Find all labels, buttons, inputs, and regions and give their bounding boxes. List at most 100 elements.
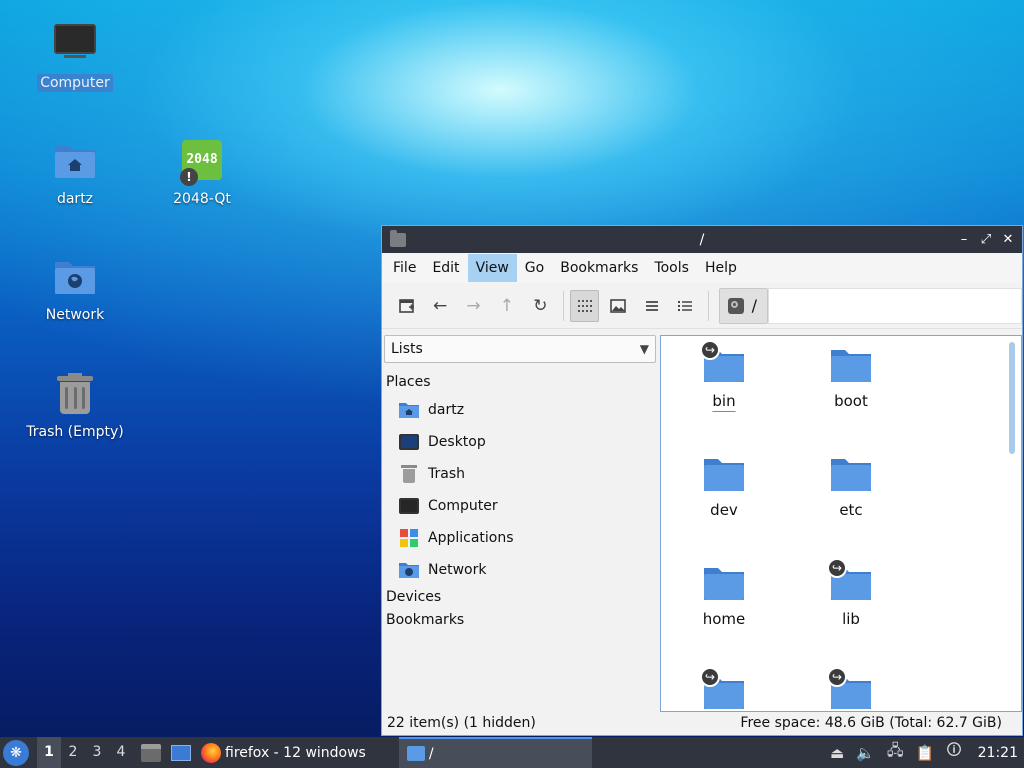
symlink-icon: ↪ [827,558,847,578]
workspace-1[interactable]: 1 [37,737,61,768]
close-button[interactable]: ✕ [1000,232,1016,248]
file-item[interactable]: etc [796,453,906,519]
window-titlebar[interactable]: / – ⤢ ✕ [382,226,1022,253]
workspace-4[interactable]: 4 [109,737,133,768]
folder-icon: ↪ [700,340,746,384]
workspace-2[interactable]: 2 [61,737,85,768]
sidebar-item-label: dartz [428,402,465,418]
menu-help[interactable]: Help [697,254,745,282]
path-button-root[interactable]: / [718,287,769,324]
minimize-button[interactable]: – [956,232,972,248]
firefox-icon [201,742,221,763]
show-desktop-button[interactable] [171,744,191,761]
file-name: boot [834,392,868,410]
desktop-icon-home-folder[interactable]: dartz [20,140,130,208]
desktop-icon-trash[interactable]: Trash (Empty) [20,373,130,441]
sidebar-item-trash[interactable]: Trash [384,458,658,490]
file-item[interactable]: dev [669,453,779,519]
file-name: home [702,610,746,628]
menu-bookmarks[interactable]: Bookmarks [552,254,646,282]
arrow-left-icon: ← [432,295,448,316]
file-manager-launcher[interactable] [141,743,161,762]
folder-icon [406,746,425,761]
up-button[interactable]: ↑ [492,290,521,322]
computer-icon [398,496,420,516]
window-title: / [699,231,705,248]
notification-icon[interactable]: 🛈 [946,740,961,765]
side-pane-mode-select[interactable]: Lists ▼ [384,335,656,363]
new-tab-button[interactable] [392,290,421,322]
list-icon [645,300,658,311]
file-item[interactable]: ↪ lib [796,558,906,628]
item-count: 22 item(s) (1 hidden) [387,715,536,731]
desktop-icon-network[interactable]: Network [20,256,130,324]
symlink-icon: ↪ [827,667,847,687]
maximize-button[interactable]: ⤢ [978,232,994,248]
sidebar-item-desktop[interactable]: Desktop [384,426,658,458]
menu-bar: File Edit View Go Bookmarks Tools Help [382,253,1022,283]
menu-view[interactable]: View [467,254,517,282]
detail-view-button[interactable] [670,290,699,322]
eject-icon[interactable]: ⏏ [830,744,844,762]
clipboard-icon[interactable]: 📋 [916,744,935,762]
status-bar: 22 item(s) (1 hidden) Free space: 48.6 G… [382,711,1022,735]
file-item[interactable]: ↪ [796,667,906,711]
devices-heading[interactable]: Devices [384,586,658,609]
sidebar-item-label: Trash [428,466,465,482]
path-input[interactable] [768,287,1023,324]
folder-icon: ↪ [827,558,873,602]
side-pane: Lists ▼ Places dartz Desktop Trash Compu… [384,335,658,715]
folder-icon [702,453,746,493]
back-button[interactable]: ← [425,290,454,322]
menu-edit[interactable]: Edit [424,254,467,282]
file-name: etc [839,501,863,519]
folder-icon [702,562,746,602]
folder-icon: ↪ [700,667,746,711]
home-folder-icon [53,140,97,184]
drive-icon [727,297,744,314]
desktop-icon-2048[interactable]: 2048! 2048-Qt [147,140,257,208]
file-view[interactable]: ↪ bin boot dev etc home ↪ lib ↪ ↪ [660,335,1022,712]
menu-go[interactable]: Go [517,254,552,282]
path-segment-label: / [751,296,758,315]
sidebar-item-computer[interactable]: Computer [384,490,658,522]
game-2048-icon: 2048! [180,140,224,186]
taskbar-firefox-label: firefox - 12 windows [225,744,366,761]
sidebar-item-home[interactable]: dartz [384,394,658,426]
symlink-icon: ↪ [700,667,720,687]
file-item[interactable]: ↪ bin [669,340,779,410]
detail-list-icon [677,300,692,311]
arrow-up-icon: ↑ [499,295,515,316]
sidebar-item-network[interactable]: Network [384,554,658,586]
file-item[interactable]: home [669,562,779,628]
file-item[interactable]: boot [796,344,906,410]
trash-icon [398,464,420,484]
workspace-3[interactable]: 3 [85,737,109,768]
menu-file[interactable]: File [385,254,424,282]
folder-icon [829,453,873,493]
desktop-icon-label: Computer [37,74,113,92]
reload-button[interactable]: ↻ [526,290,555,322]
vertical-scrollbar[interactable] [1009,342,1015,454]
thumbnail-view-button[interactable] [603,290,632,322]
icon-view-button[interactable] [570,289,600,322]
places-heading[interactable]: Places [384,371,658,394]
bookmarks-heading[interactable]: Bookmarks [384,609,658,632]
sidebar-item-applications[interactable]: Applications [384,522,658,554]
desktop-icon-computer[interactable]: Computer [20,24,130,92]
compact-view-button[interactable] [637,290,666,322]
taskbar-firefox-group[interactable]: firefox - 12 windows [201,742,366,763]
grid-view-icon [577,299,592,312]
forward-button[interactable]: → [459,290,488,322]
folder-icon [829,344,873,384]
file-item[interactable]: ↪ [669,667,779,711]
network-status-icon[interactable]: 🖧 [887,740,904,765]
menu-tools[interactable]: Tools [646,254,697,282]
volume-icon[interactable]: 🔈 [856,744,875,762]
clock[interactable]: 21:21 [978,745,1018,761]
taskbar-task-file-manager[interactable]: / [398,737,592,768]
start-menu-button[interactable]: ❋ [3,739,29,766]
select-value: Lists [391,341,423,357]
file-name: dev [710,501,738,519]
taskbar-task-label: / [428,745,434,762]
